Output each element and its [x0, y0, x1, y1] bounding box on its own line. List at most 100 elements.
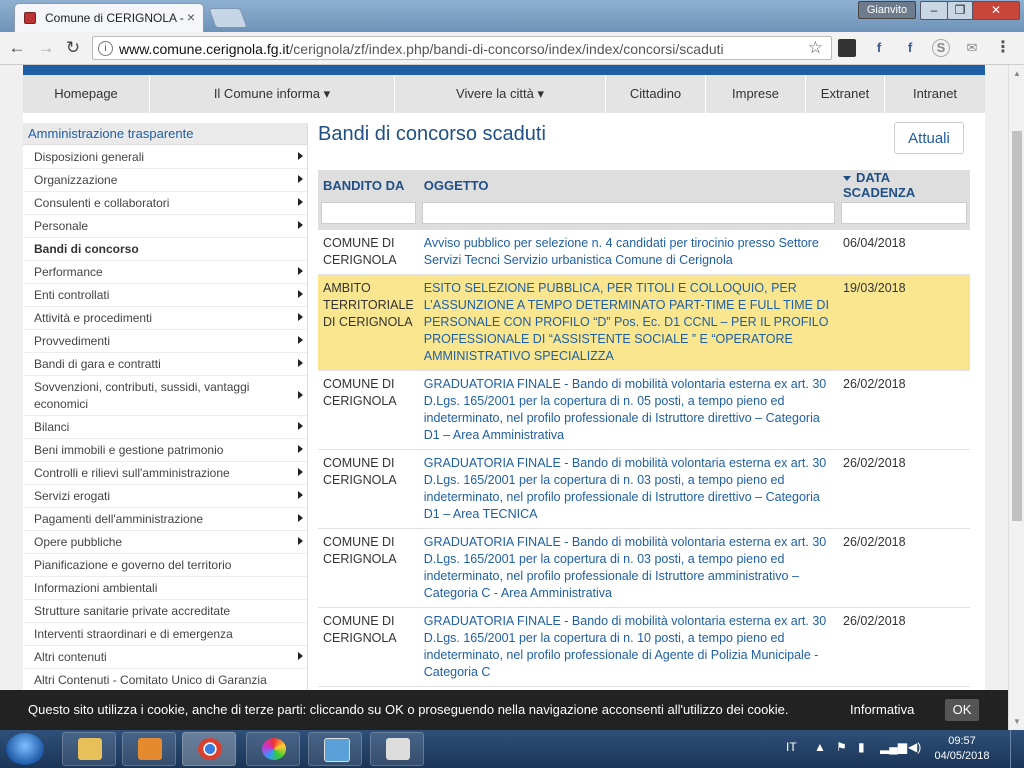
sidebar-item[interactable]: Altri contenuti: [23, 646, 307, 669]
chevron-right-icon: [298, 152, 303, 160]
start-button[interactable]: [6, 733, 44, 765]
scroll-up-icon[interactable]: ▲: [1013, 69, 1021, 78]
tab-close-icon[interactable]: ×: [187, 9, 195, 25]
sidebar-item[interactable]: Performance: [23, 261, 307, 284]
show-desktop-button[interactable]: [1010, 730, 1024, 768]
sidebar-item[interactable]: Pianificazione e governo del territorio: [23, 554, 307, 577]
taskbar-clipboard[interactable]: [370, 732, 424, 766]
cookie-info-link[interactable]: Informativa: [850, 702, 914, 717]
sidebar-item[interactable]: Informazioni ambientali: [23, 577, 307, 600]
col-data-scadenza[interactable]: DATA SCADENZA: [838, 170, 970, 200]
sidebar-item[interactable]: Organizzazione: [23, 169, 307, 192]
sidebar-item[interactable]: Pagamenti dell'amministrazione: [23, 508, 307, 531]
table-row[interactable]: AMBITO TERRITORIALE DI CERIGNOLA ESITO SE…: [318, 274, 970, 371]
sidebar-item-label: Strutture sanitarie private accreditate: [34, 604, 231, 618]
cell-oggetto-link[interactable]: ESITO SELEZIONE PUBBLICA, PER TITOLI E C…: [418, 274, 838, 371]
page-scrollbar[interactable]: ▲ ▼: [1008, 65, 1024, 730]
browser-titlebar: Comune di CERIGNOLA - × Gianvito – ❐ ✕: [0, 0, 1024, 32]
header-band: [23, 65, 985, 75]
clipboard-icon: [386, 738, 410, 760]
nav-vivere-citta[interactable]: Vivere la città ▾: [395, 75, 606, 113]
col-bandito-da[interactable]: BANDITO DA: [318, 170, 419, 200]
table-header-row: BANDITO DA OGGETTO DATA SCADENZA: [318, 170, 970, 200]
sidebar-item[interactable]: Controlli e rilievi sull'amministrazione: [23, 462, 307, 485]
sidebar-item[interactable]: Altri Contenuti - Comitato Unico di Gara…: [23, 669, 307, 690]
facebook-icon[interactable]: f: [870, 39, 888, 57]
filter-oggetto-input[interactable]: [421, 202, 835, 224]
sidebar-item-label: Performance: [34, 265, 103, 279]
table-row[interactable]: COMUNE DI CERIGNOLA GRADUATORIA FINALE - …: [318, 607, 970, 687]
cell-oggetto-link[interactable]: Avviso pubblico per selezione n. 4 candi…: [418, 230, 838, 275]
scroll-thumb[interactable]: [1012, 131, 1022, 521]
menu-icon[interactable]: ⋮: [994, 39, 1012, 57]
tray-expand-icon[interactable]: ▲: [814, 740, 826, 754]
taskbar-chrome[interactable]: [182, 732, 236, 766]
filter-cell: [838, 200, 970, 230]
forward-icon[interactable]: →: [36, 38, 56, 58]
sidebar-item[interactable]: Bandi di gara e contratti: [23, 353, 307, 376]
sidebar-item[interactable]: Bandi di concorso: [23, 238, 307, 261]
extension-grid-icon[interactable]: [838, 39, 856, 57]
sidebar-item[interactable]: Strutture sanitarie private accreditate: [23, 600, 307, 623]
sidebar-item[interactable]: Sovvenzioni, contributi, sussidi, vantag…: [23, 376, 307, 416]
extension-icon[interactable]: ✉: [963, 39, 981, 57]
nav-comune-informa[interactable]: Il Comune informa ▾: [150, 75, 395, 113]
sidebar-item[interactable]: Provvedimenti: [23, 330, 307, 353]
sidebar-item[interactable]: Disposizioni generali: [23, 146, 307, 169]
nav-extranet[interactable]: Extranet: [806, 75, 885, 113]
nav-intranet[interactable]: Intranet: [885, 75, 985, 113]
new-tab-button[interactable]: [208, 8, 248, 28]
sidebar-item[interactable]: Servizi erogati: [23, 485, 307, 508]
table-row[interactable]: COMUNE DI CERIGNOLA GRADUATORIA FINALE - …: [318, 528, 970, 608]
browser-tab[interactable]: Comune di CERIGNOLA - ×: [14, 3, 204, 32]
chevron-right-icon: [298, 175, 303, 183]
taskbar-photo-app[interactable]: [246, 732, 300, 766]
profile-button[interactable]: Gianvito: [858, 1, 916, 19]
site-info-icon[interactable]: i: [98, 41, 113, 56]
skype-icon[interactable]: S: [932, 39, 950, 57]
taskbar-explorer[interactable]: [62, 732, 116, 766]
sidebar-item[interactable]: Interventi straordinari e di emergenza: [23, 623, 307, 646]
taskbar-media-player[interactable]: [122, 732, 176, 766]
sidebar-item[interactable]: Consulenti e collaboratori: [23, 192, 307, 215]
cell-oggetto-link[interactable]: GRADUATORIA FINALE - Bando di mobilità v…: [418, 528, 838, 608]
filter-data-input[interactable]: [841, 202, 967, 224]
sidebar-item[interactable]: Attività e procedimenti: [23, 307, 307, 330]
sidebar-item[interactable]: Enti controllati: [23, 284, 307, 307]
facebook-share-icon[interactable]: f: [901, 39, 919, 57]
minimize-button[interactable]: –: [920, 1, 948, 20]
language-indicator[interactable]: IT: [786, 740, 797, 754]
cell-oggetto-link[interactable]: GRADUATORIA FINALE - Bando di mobilità v…: [418, 607, 838, 687]
cookie-ok-button[interactable]: OK: [945, 699, 979, 721]
sort-desc-icon: [843, 176, 851, 182]
bookmark-star-icon[interactable]: ☆: [808, 38, 823, 58]
table-row[interactable]: COMUNE DI CERIGNOLA GRADUATORIA FINALE - …: [318, 370, 970, 450]
cell-oggetto-link[interactable]: GRADUATORIA FINALE - Bando di mobilità v…: [418, 370, 838, 450]
taskbar-image-viewer[interactable]: [308, 732, 362, 766]
volume-icon[interactable]: ◀): [908, 740, 921, 754]
sidebar-item[interactable]: Bilanci: [23, 416, 307, 439]
network-icon[interactable]: ▂▄▆: [880, 740, 907, 754]
power-icon[interactable]: ▮: [858, 740, 865, 754]
close-window-button[interactable]: ✕: [972, 1, 1020, 20]
sidebar-item[interactable]: Opere pubbliche: [23, 531, 307, 554]
nav-homepage[interactable]: Homepage: [23, 75, 150, 113]
sidebar-item-label: Pagamenti dell'amministrazione: [34, 512, 204, 526]
sidebar-item[interactable]: Personale: [23, 215, 307, 238]
sidebar-item[interactable]: Beni immobili e gestione patrimonio: [23, 439, 307, 462]
maximize-button[interactable]: ❐: [947, 1, 973, 20]
nav-cittadino[interactable]: Cittadino: [606, 75, 706, 113]
back-icon[interactable]: ←: [7, 38, 27, 58]
table-row[interactable]: COMUNE DI CERIGNOLA GRADUATORIA FINALE - …: [318, 449, 970, 529]
address-bar[interactable]: i www.comune.cerignola.fg.it/cerignola/z…: [92, 36, 832, 60]
system-clock[interactable]: 09:57 04/05/2018: [934, 734, 990, 764]
table-row[interactable]: COMUNE DI CERIGNOLA Avviso pubblico per s…: [318, 230, 970, 275]
filter-bandito-da-input[interactable]: [321, 202, 416, 224]
action-center-icon[interactable]: ⚑: [836, 740, 847, 754]
col-oggetto[interactable]: OGGETTO: [418, 170, 838, 200]
nav-imprese[interactable]: Imprese: [706, 75, 806, 113]
attuali-button[interactable]: Attuali: [894, 122, 964, 154]
reload-icon[interactable]: ↻: [63, 38, 83, 58]
scroll-down-icon[interactable]: ▼: [1013, 717, 1021, 726]
cell-oggetto-link[interactable]: GRADUATORIA FINALE - Bando di mobilità v…: [418, 449, 838, 529]
